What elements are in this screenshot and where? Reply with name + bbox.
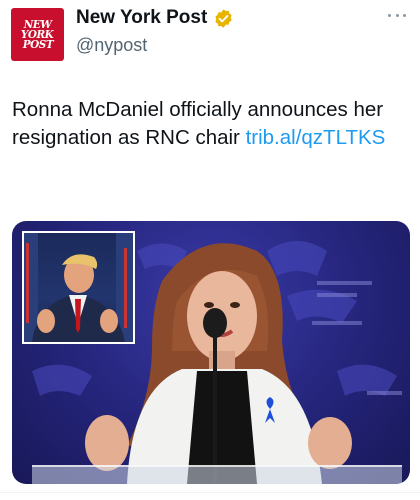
tweet-media-photo[interactable] xyxy=(12,221,410,484)
avatar[interactable]: NEW YORK POST xyxy=(11,8,64,61)
display-name[interactable]: New York Post xyxy=(76,7,207,29)
tweet-link[interactable]: trib.al/qzTLTKS xyxy=(246,126,386,149)
tweet-text: Ronna McDaniel officially announces her … xyxy=(12,96,408,152)
more-options-icon[interactable] xyxy=(388,14,406,20)
verified-badge-icon xyxy=(215,8,232,28)
account-handle[interactable]: @nypost xyxy=(76,35,147,56)
tweet-header: NEW YORK POST New York Post @nypost xyxy=(0,0,420,70)
inset-portrait xyxy=(24,233,133,342)
divider xyxy=(0,492,420,493)
avatar-text-line-3: POST xyxy=(22,37,53,51)
inset-photo xyxy=(22,231,135,344)
name-row: New York Post xyxy=(76,7,234,29)
